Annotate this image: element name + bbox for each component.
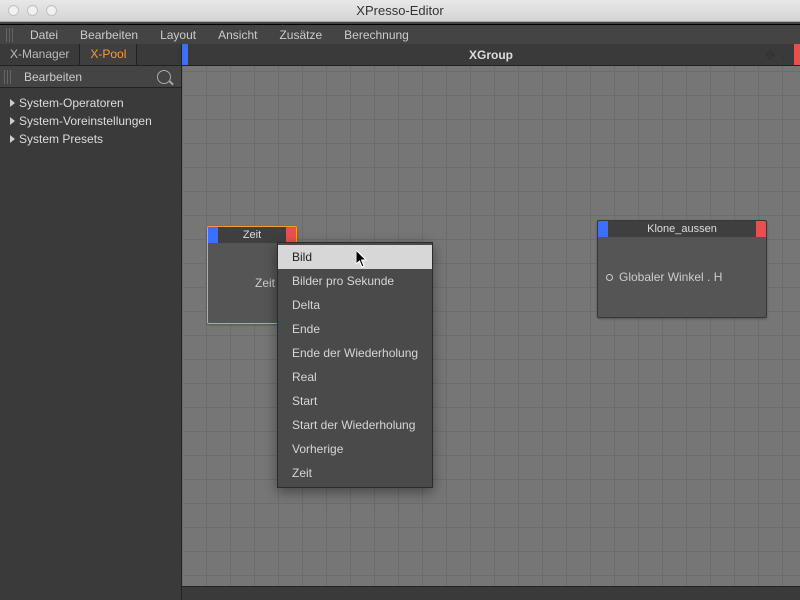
port-dot-icon[interactable]	[606, 274, 613, 281]
input-port-strip[interactable]	[182, 44, 188, 65]
traffic-lights	[8, 5, 57, 16]
down-arrow-icon[interactable]: ↓	[778, 48, 790, 62]
tab-x-pool[interactable]: X-Pool	[80, 44, 137, 65]
output-port-strip[interactable]	[286, 227, 296, 243]
menu-bearbeiten[interactable]: Bearbeiten	[70, 26, 148, 44]
tree-item[interactable]: System-Voreinstellungen	[4, 112, 177, 130]
chevron-right-icon	[10, 99, 15, 107]
tree-item[interactable]: System-Operatoren	[4, 94, 177, 112]
context-menu-item[interactable]: Ende	[278, 317, 432, 341]
node-title: Zeit	[218, 227, 286, 243]
tree-label: System-Voreinstellungen	[19, 114, 152, 128]
node-canvas[interactable]: Zeit Zeit Klone_aussen Globaler Winkel .…	[182, 66, 800, 600]
menu-zusaetze[interactable]: Zusätze	[269, 26, 332, 44]
context-menu-item[interactable]: Bild	[278, 245, 432, 269]
context-menu-item[interactable]: Real	[278, 365, 432, 389]
submenu-bearbeiten[interactable]: Bearbeiten	[16, 68, 90, 86]
sidebar: X-Manager X-Pool Bearbeiten System-Opera…	[0, 44, 182, 600]
window-titlebar: XPresso-Editor	[0, 0, 800, 22]
grip-icon[interactable]	[6, 28, 14, 42]
tree-label: System-Operatoren	[19, 96, 124, 110]
output-port-strip[interactable]	[794, 44, 800, 65]
port-label: Zeit	[255, 276, 275, 290]
tree-item[interactable]: System Presets	[4, 130, 177, 148]
input-port-strip[interactable]	[208, 227, 218, 243]
context-menu-item[interactable]: Ende der Wiederholung	[278, 341, 432, 365]
zoom-icon[interactable]	[46, 5, 57, 16]
context-menu-item[interactable]: Start	[278, 389, 432, 413]
tree-label: System Presets	[19, 132, 103, 146]
node-header[interactable]: Zeit	[208, 227, 296, 243]
minimize-icon[interactable]	[27, 5, 38, 16]
input-port-strip[interactable]	[598, 221, 608, 237]
input-port[interactable]: Globaler Winkel . H	[606, 268, 722, 286]
sidebar-submenubar: Bearbeiten	[0, 66, 181, 88]
sidebar-tree: System-Operatoren System-Voreinstellunge…	[0, 88, 181, 154]
menu-datei[interactable]: Datei	[20, 26, 68, 44]
context-menu-item[interactable]: Delta	[278, 293, 432, 317]
menu-layout[interactable]: Layout	[150, 26, 206, 44]
chevron-right-icon	[10, 117, 15, 125]
output-port-strip[interactable]	[756, 221, 766, 237]
expand-icon[interactable]: ✥	[764, 48, 776, 62]
context-menu[interactable]: BildBilder pro SekundeDeltaEndeEnde der …	[277, 242, 433, 488]
context-menu-item[interactable]: Zeit	[278, 461, 432, 485]
sidebar-tabs: X-Manager X-Pool	[0, 44, 181, 66]
context-menu-item[interactable]: Vorherige	[278, 437, 432, 461]
menu-ansicht[interactable]: Ansicht	[208, 26, 267, 44]
port-label: Globaler Winkel . H	[619, 270, 722, 284]
menu-berechnung[interactable]: Berechnung	[334, 26, 419, 44]
main-menubar: Datei Bearbeiten Layout Ansicht Zusätze …	[0, 22, 800, 44]
node-klone-aussen[interactable]: Klone_aussen Globaler Winkel . H	[597, 220, 767, 318]
close-icon[interactable]	[8, 5, 19, 16]
context-menu-item[interactable]: Bilder pro Sekunde	[278, 269, 432, 293]
window-title: XPresso-Editor	[356, 3, 443, 18]
context-menu-item[interactable]: Start der Wiederholung	[278, 413, 432, 437]
grip-icon[interactable]	[4, 70, 12, 84]
horizontal-scrollbar[interactable]	[182, 586, 800, 600]
node-header[interactable]: Klone_aussen	[598, 221, 766, 237]
chevron-right-icon	[10, 135, 15, 143]
tab-x-manager[interactable]: X-Manager	[0, 44, 80, 65]
node-body: Globaler Winkel . H	[598, 237, 766, 317]
header-tools: ✥ ↓	[764, 48, 790, 62]
xgroup-header[interactable]: XGroup ✥ ↓	[182, 44, 800, 66]
node-title: Klone_aussen	[608, 221, 756, 237]
xgroup-title: XGroup	[469, 48, 513, 62]
search-icon[interactable]	[157, 70, 171, 84]
canvas-wrap: XGroup ✥ ↓ Zeit Zeit	[182, 44, 800, 600]
